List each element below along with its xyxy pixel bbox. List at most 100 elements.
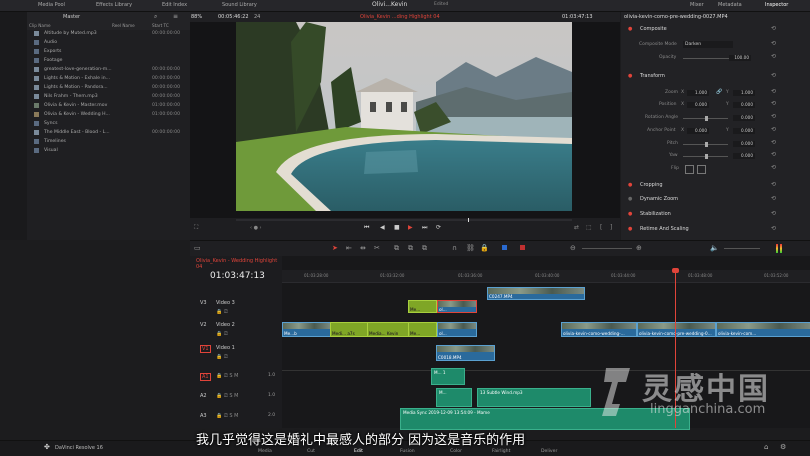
reset-icon[interactable]: ⟲ — [771, 113, 776, 120]
reset-icon[interactable]: ⟲ — [771, 164, 776, 171]
retime-section[interactable]: ● Retime And Scaling ⟲ — [621, 225, 810, 235]
tab-media-pool[interactable]: Media Pool — [38, 2, 65, 8]
reset-icon[interactable]: ⟲ — [771, 100, 776, 107]
flip-vertical-icon[interactable] — [697, 165, 706, 174]
timeline-zoom-slider[interactable] — [582, 248, 632, 249]
home-icon[interactable]: ⌂ — [764, 443, 768, 451]
volume-slider[interactable] — [724, 248, 760, 249]
linked-selection-icon[interactable]: ⛓ — [466, 244, 475, 252]
media-list-item[interactable]: Exports — [27, 48, 190, 57]
trim-tool-icon[interactable]: ⇤ — [346, 244, 352, 252]
track-controls-icon[interactable]: 🔒 ⎚ S M — [216, 413, 238, 419]
track-lock-icon[interactable]: 🔒 ⎚ — [216, 354, 228, 360]
media-list-item[interactable]: Visual — [27, 147, 190, 156]
media-list-item[interactable]: Audio — [27, 39, 190, 48]
page-media[interactable]: Media — [258, 449, 272, 454]
track-id[interactable]: A3 — [200, 413, 207, 419]
opacity-value[interactable]: 100.00 — [729, 55, 751, 61]
tab-effects-library[interactable]: Effects Library — [96, 2, 132, 8]
stop-icon[interactable]: ■ — [394, 224, 400, 231]
match-frame-icon[interactable]: ⇄ — [574, 224, 579, 231]
page-fusion[interactable]: Fusion — [400, 449, 415, 454]
track-id[interactable]: V3 — [200, 300, 207, 306]
flag-color-icon[interactable] — [502, 245, 507, 250]
tab-sound-library[interactable]: Sound Library — [222, 2, 257, 8]
zoom-in-icon[interactable]: ⊕ — [636, 244, 642, 252]
media-list-item[interactable]: Olivia & Kevin - Wedding H... 01:00:00:00 — [27, 111, 190, 120]
reset-icon[interactable]: ⟲ — [771, 126, 776, 133]
pitch-value[interactable]: 0.000 — [733, 141, 755, 147]
clip-v1-c0018[interactable]: C0018.MP4 — [436, 345, 495, 361]
link-icon[interactable]: 🔗 — [716, 89, 722, 95]
position-lock-icon[interactable]: 🔒 — [480, 244, 489, 252]
clip-v2-olivia-d[interactable]: olivia-kevin-com... — [716, 322, 810, 337]
marker-color-icon[interactable] — [520, 245, 525, 250]
reset-icon[interactable]: ⟲ — [771, 25, 776, 32]
go-to-end-icon[interactable]: ⏭ — [422, 224, 427, 232]
stabilization-section[interactable]: ● Stabilization ⟲ — [621, 210, 810, 220]
dynamic-trim-icon[interactable]: ⇹ — [360, 244, 366, 252]
anchor-x-value[interactable]: 0.000 — [687, 128, 709, 134]
clip-a1-media[interactable]: M... 1 — [431, 368, 465, 385]
media-list-item[interactable]: Olivia & Kevin - Master.mov 01:00:00:00 — [27, 102, 190, 111]
track-controls-icon[interactable]: 🔒 ⎚ S M — [216, 373, 238, 379]
clip-v2-media-d[interactable]: Me... — [408, 322, 437, 337]
reset-icon[interactable]: ⟲ — [771, 53, 776, 60]
clip-v2-olivia-c[interactable]: olivia-kevin-como-pre-wedding-0... — [637, 322, 716, 337]
clip-v3-olivia[interactable]: ol... — [437, 300, 477, 313]
zoom-level[interactable]: 88% — [191, 14, 202, 20]
selection-tool-icon[interactable]: ➤ — [332, 244, 338, 252]
clip-v2-olivia-a[interactable]: ol... — [437, 322, 477, 337]
zoom-out-icon[interactable]: ⊖ — [570, 244, 576, 252]
yaw-slider-handle[interactable] — [705, 154, 708, 159]
overwrite-clip-icon[interactable]: ⧉ — [408, 244, 413, 253]
yaw-value[interactable]: 0.000 — [733, 153, 755, 159]
dynamic-zoom-section[interactable]: ● Dynamic Zoom ⟲ — [621, 195, 810, 205]
zoom-x-value[interactable]: 1.000 — [687, 90, 709, 96]
layout-icon[interactable]: ▭ — [194, 244, 201, 252]
clip-v3-c0247[interactable]: C0247.MP4 — [487, 287, 585, 300]
viewer-options-icon[interactable]: ⛶ — [194, 224, 198, 232]
clip-a2-subtle-wind[interactable]: 13 Subtle Wind.mp3 — [477, 388, 591, 407]
media-list-item[interactable]: Nils Frahm - Them.mp3 00:00:00:00 — [27, 93, 190, 102]
loop-icon[interactable]: ⟳ — [436, 224, 441, 231]
list-view-icon[interactable]: ≡ — [173, 13, 178, 20]
settings-icon[interactable]: ⚙ — [780, 443, 786, 451]
composite-mode-select[interactable]: Darken — [683, 41, 733, 48]
play-icon[interactable]: ▶ — [408, 224, 413, 231]
mark-in-icon[interactable]: [ — [600, 224, 602, 231]
position-y-value[interactable]: 0.000 — [733, 102, 755, 108]
reset-icon[interactable]: ⟲ — [771, 139, 776, 146]
bin-name[interactable]: Master — [63, 14, 80, 20]
track-id[interactable]: V1 — [200, 345, 211, 353]
rotation-value[interactable]: 0.000 — [733, 115, 755, 121]
col-start-tc[interactable]: Start TC — [152, 23, 169, 28]
scrubber-playhead[interactable] — [468, 218, 469, 222]
pitch-slider-handle[interactable] — [705, 142, 708, 147]
composite-section[interactable]: ● Composite ⟲ — [621, 25, 810, 35]
cropping-section[interactable]: ● Cropping ⟲ — [621, 181, 810, 191]
flip-horizontal-icon[interactable] — [685, 165, 694, 174]
reset-icon[interactable]: ⟲ — [771, 225, 776, 232]
blade-tool-icon[interactable]: ✂ — [374, 244, 380, 252]
zoom-y-value[interactable]: 1.000 — [733, 90, 755, 96]
reset-icon[interactable]: ⟲ — [771, 72, 776, 79]
media-list-item[interactable]: Lights & Motion - Exhale in... 00:00:00:0… — [27, 75, 190, 84]
tab-inspector[interactable]: Inspector — [765, 2, 788, 8]
tab-edit-index[interactable]: Edit Index — [162, 2, 187, 8]
mark-out-icon[interactable]: ] — [610, 224, 612, 231]
track-id[interactable]: A2 — [200, 393, 207, 399]
media-list-item[interactable]: The Middle East - Blood - L... 00:00:00:0… — [27, 129, 190, 138]
media-list-item[interactable]: greatest-love-generation-m... 00:00:00:00 — [27, 66, 190, 75]
reset-icon[interactable]: ⟲ — [771, 40, 776, 47]
media-list-item[interactable]: Altitude by Muted.mp3 00:00:00:00 — [27, 30, 190, 39]
reset-icon[interactable]: ⟲ — [771, 195, 776, 202]
clip-v2-olivia-b[interactable]: olivia-kevin-como-wedding-... — [561, 322, 637, 337]
go-to-start-icon[interactable]: ⏮ — [364, 224, 369, 232]
transform-icon[interactable]: ⬚ — [586, 224, 592, 231]
insert-clip-icon[interactable]: ⧉ — [394, 244, 399, 253]
media-list-item[interactable]: Footage — [27, 57, 190, 66]
track-id[interactable]: V2 — [200, 322, 207, 328]
page-color[interactable]: Color — [450, 449, 462, 454]
reset-icon[interactable]: ⟲ — [771, 88, 776, 95]
